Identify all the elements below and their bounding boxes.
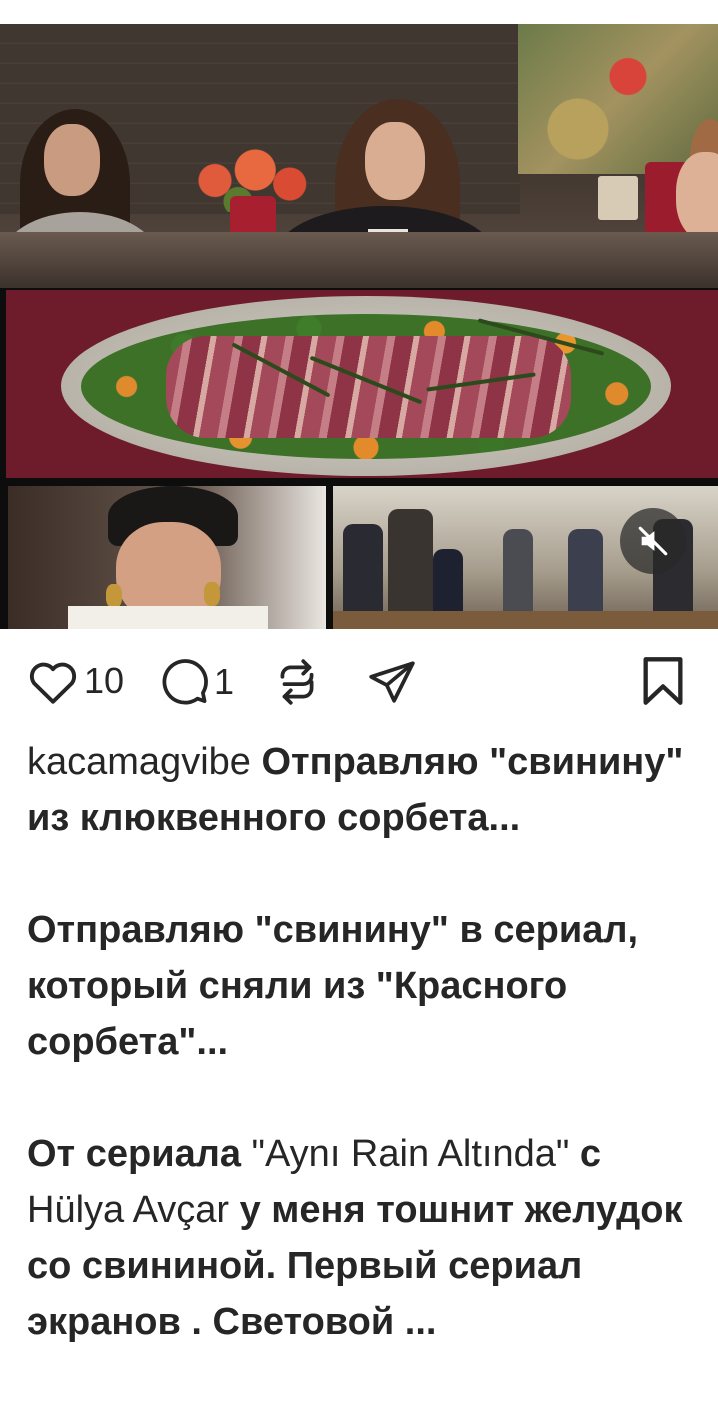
mute-toggle-button[interactable] bbox=[620, 508, 686, 574]
send-paper-plane-icon bbox=[369, 661, 415, 703]
heart-outline-icon bbox=[29, 662, 77, 704]
status-bar bbox=[0, 0, 718, 24]
bookmark-outline-icon bbox=[643, 657, 683, 705]
roast-platter-image bbox=[6, 290, 718, 478]
comment-button[interactable]: 1 bbox=[160, 657, 234, 707]
woman-in-turban-image bbox=[8, 486, 326, 629]
post-actions-bar: 10 1 bbox=[0, 629, 718, 733]
repost-button[interactable] bbox=[272, 657, 322, 707]
save-button[interactable] bbox=[640, 655, 686, 707]
share-button[interactable] bbox=[366, 657, 418, 707]
comment-count: 1 bbox=[214, 661, 235, 702]
like-count: 10 bbox=[84, 660, 125, 701]
caption-text-3a: От сериала bbox=[27, 1133, 252, 1175]
caption-paragraph-3: От сериала "Aynı Rain Altında" с Hülya A… bbox=[27, 1126, 697, 1350]
actress-name: Hülya Avçar bbox=[27, 1189, 230, 1231]
post-caption: kacamagvibe Отправляю "свинину" из клюкв… bbox=[27, 734, 697, 1406]
like-button[interactable]: 10 bbox=[26, 657, 124, 705]
post-media-collage[interactable] bbox=[0, 24, 718, 629]
repost-arrows-icon bbox=[280, 659, 314, 705]
painting bbox=[518, 24, 718, 174]
series-title: "Aynı Rain Altında" bbox=[251, 1133, 570, 1175]
caption-text-2: Отправляю "свинину" в сериал, который сн… bbox=[27, 909, 639, 1063]
caption-paragraph-1: kacamagvibe Отправляю "свинину" из клюкв… bbox=[27, 734, 697, 846]
dining-scene-image bbox=[0, 24, 718, 288]
speaker-muted-icon bbox=[638, 526, 668, 556]
caption-paragraph-2: Отправляю "свинину" в сериал, который сн… bbox=[27, 902, 697, 1070]
caption-text-3c: с bbox=[569, 1133, 602, 1175]
roast-meat bbox=[166, 336, 571, 438]
comment-bubble-icon bbox=[162, 659, 208, 705]
author-username[interactable]: kacamagvibe bbox=[27, 741, 251, 783]
